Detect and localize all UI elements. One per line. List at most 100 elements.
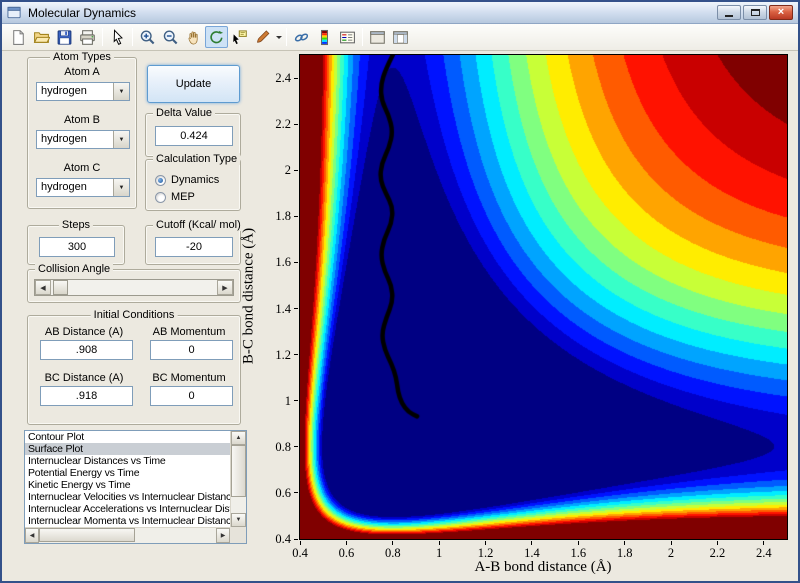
link-icon — [294, 32, 309, 42]
window-title: Molecular Dynamics — [28, 5, 137, 20]
zoom-in-icon — [140, 30, 155, 44]
app-window: Molecular Dynamics × Atom Types Atom A h… — [0, 0, 800, 583]
pan-button[interactable] — [182, 26, 205, 48]
radio-mep-label: MEP — [171, 191, 195, 203]
slider-left-arrow-icon[interactable]: ◀ — [35, 280, 51, 295]
radio-mep[interactable]: MEP — [155, 191, 195, 203]
update-button[interactable]: Update — [147, 65, 240, 103]
bc-momentum-field[interactable]: 0 — [150, 386, 233, 406]
horizontal-scrollbar[interactable]: ◀ ▶ — [25, 527, 230, 543]
list-item[interactable]: Contour Plot — [25, 431, 230, 443]
horizontal-scroll-thumb[interactable] — [39, 528, 135, 542]
hand-icon — [188, 31, 198, 44]
combo-arrow-icon[interactable]: ▼ — [113, 179, 129, 196]
list-item[interactable]: Potential Energy vs Time — [25, 467, 230, 479]
show-plot-tools-icon — [393, 30, 408, 44]
insert-legend-button[interactable] — [336, 26, 359, 48]
brush-button[interactable] — [251, 26, 274, 48]
atom-a-dropdown[interactable]: hydrogen ▼ — [36, 82, 130, 101]
x-tick-label: 1.2 — [477, 546, 494, 560]
cutoff-group: Cutoff (Kcal/ mol) -20 — [145, 219, 244, 265]
atom-c-dropdown[interactable]: hydrogen ▼ — [36, 178, 130, 197]
list-item[interactable]: Internuclear Velocities vs Internuclear … — [25, 491, 230, 503]
scroll-left-icon[interactable]: ◀ — [25, 528, 39, 543]
brush-dropdown-button[interactable] — [274, 26, 283, 48]
x-tick-mark — [392, 541, 394, 545]
x-tick-mark — [763, 541, 765, 545]
open-file-button[interactable] — [30, 26, 53, 48]
initial-conditions-group: Initial Conditions AB Distance (A) AB Mo… — [27, 309, 241, 425]
delta-value-field[interactable]: 0.424 — [155, 126, 233, 146]
y-tick-mark — [294, 446, 298, 448]
minimize-button[interactable] — [717, 5, 741, 20]
save-figure-button[interactable] — [53, 26, 76, 48]
scrollbar-corner — [230, 527, 246, 543]
atom-b-label: Atom B — [63, 114, 101, 126]
radio-dynamics[interactable]: Dynamics — [155, 174, 219, 186]
atom-b-value: hydrogen — [41, 133, 87, 145]
slider-thumb[interactable] — [53, 280, 68, 295]
cutoff-field[interactable]: -20 — [155, 237, 233, 257]
close-button[interactable]: × — [769, 5, 793, 20]
ab-distance-field[interactable]: .908 — [40, 340, 133, 360]
list-item[interactable]: Kinetic Energy vs Time — [25, 479, 230, 491]
hide-plot-tools-icon — [370, 30, 385, 44]
print-figure-button[interactable] — [76, 26, 99, 48]
scroll-up-icon[interactable]: ▲ — [231, 431, 246, 445]
insert-colorbar-button[interactable] — [313, 26, 336, 48]
combo-arrow-icon[interactable]: ▼ — [113, 131, 129, 148]
combo-arrow-icon[interactable]: ▼ — [113, 83, 129, 100]
x-tick-label: 0.6 — [338, 546, 355, 560]
zoom-out-button[interactable] — [159, 26, 182, 48]
y-tick-label: 0.6 — [275, 485, 291, 500]
bc-distance-field[interactable]: .918 — [40, 386, 133, 406]
new-figure-button[interactable] — [7, 26, 30, 48]
list-item[interactable]: Surface Plot — [25, 443, 230, 455]
x-tick-label: 2.4 — [755, 546, 772, 560]
contour-canvas[interactable] — [300, 55, 787, 539]
maximize-button[interactable] — [743, 5, 767, 20]
x-tick-label: 2.2 — [709, 546, 726, 560]
x-tick-label: 2 — [667, 546, 675, 560]
toolbar-separator — [362, 28, 363, 46]
y-tick-label: 2 — [284, 163, 291, 178]
slider-right-arrow-icon[interactable]: ▶ — [217, 280, 233, 295]
scroll-down-icon[interactable]: ▼ — [231, 513, 246, 527]
scroll-right-icon[interactable]: ▶ — [216, 528, 230, 543]
app-icon — [7, 5, 22, 20]
group-title: Steps — [58, 219, 94, 231]
vertical-scroll-thumb[interactable] — [231, 445, 246, 497]
rotate-3d-button[interactable] — [205, 26, 228, 48]
y-tick-mark — [294, 354, 298, 356]
atom-a-label: Atom A — [64, 66, 100, 78]
group-title: Initial Conditions — [90, 309, 178, 321]
zoom-in-button[interactable] — [136, 26, 159, 48]
list-item[interactable]: Internuclear Momenta vs Internuclear Dis… — [25, 515, 230, 527]
maximize-icon — [750, 9, 760, 16]
y-tick-label: 0.8 — [275, 439, 291, 454]
steps-field[interactable]: 300 — [39, 237, 115, 257]
list-item[interactable]: Internuclear Accelerations vs Internucle… — [25, 503, 230, 515]
data-cursor-button[interactable] — [228, 26, 251, 48]
show-plot-tools-button[interactable] — [389, 26, 412, 48]
x-tick-mark — [345, 541, 347, 545]
pointer-icon — [113, 28, 123, 45]
y-tick-label: 1.4 — [275, 301, 291, 316]
list-item[interactable]: Internuclear Distances vs Time — [25, 455, 230, 467]
y-tick-mark — [294, 123, 298, 125]
ab-momentum-field[interactable]: 0 — [150, 340, 233, 360]
collision-angle-slider[interactable]: ◀ ▶ — [34, 279, 234, 296]
group-title: Atom Types — [50, 51, 114, 63]
hide-plot-tools-button[interactable] — [366, 26, 389, 48]
link-plot-button[interactable] — [290, 26, 313, 48]
atom-b-dropdown[interactable]: hydrogen ▼ — [36, 130, 130, 149]
edit-plot-button[interactable] — [106, 26, 129, 48]
radio-unselected-icon — [155, 191, 166, 203]
y-tick-mark — [294, 77, 298, 79]
group-title: Calculation Type — [153, 153, 241, 165]
client-area: Atom Types Atom A hydrogen ▼ Atom B hydr… — [2, 51, 798, 579]
vertical-scrollbar[interactable]: ▲ ▼ — [230, 431, 246, 527]
collision-angle-group: Collision Angle ◀ ▶ — [27, 263, 241, 303]
minimize-icon — [725, 14, 733, 17]
calculation-type-group: Calculation Type Dynamics MEP — [145, 153, 241, 211]
